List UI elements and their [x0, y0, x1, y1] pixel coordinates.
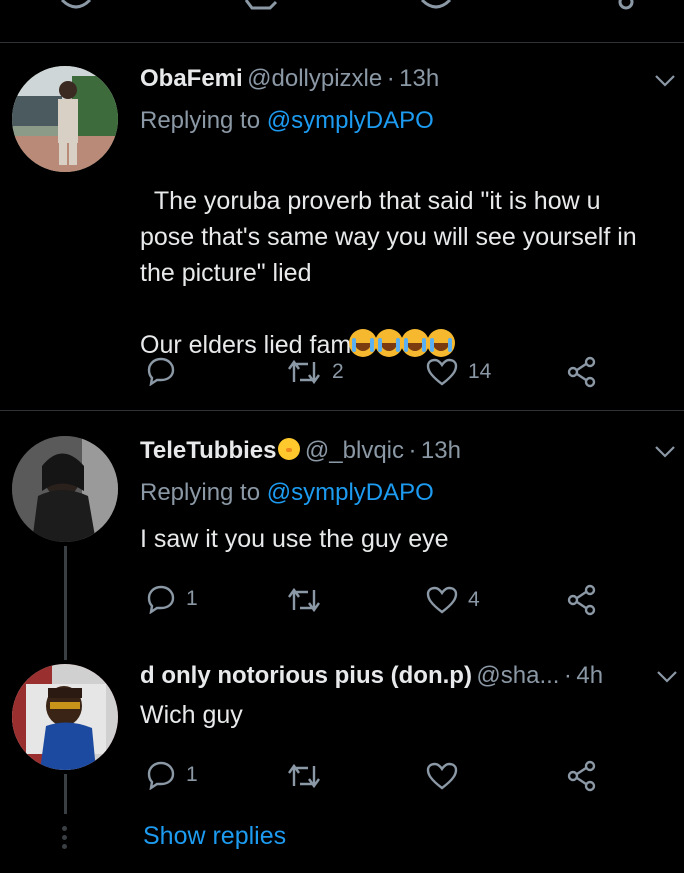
retweet-button[interactable] — [286, 586, 332, 614]
prev-tweet-actions — [0, 0, 684, 14]
separator: · — [408, 437, 417, 464]
timestamp[interactable]: 13h — [421, 437, 461, 464]
share-icon[interactable] — [566, 356, 598, 388]
replying-to: Replying to @symplyDAPO — [140, 479, 434, 507]
retweet-button[interactable]: 2 — [286, 358, 344, 386]
avatar-photo — [12, 66, 118, 172]
timestamp[interactable]: 13h — [399, 65, 439, 92]
avatar[interactable] — [12, 66, 118, 172]
replying-to-link[interactable]: @symplyDAPO — [267, 479, 434, 506]
display-name[interactable]: TeleTubbies — [140, 437, 276, 464]
display-name[interactable]: d only notorious pius (don.p) — [140, 662, 472, 689]
reply-count: 1 — [186, 763, 198, 786]
divider — [0, 410, 684, 411]
like-button[interactable]: 4 — [426, 586, 480, 614]
like-count: 14 — [468, 360, 492, 383]
display-name[interactable]: ObaFemi — [140, 65, 243, 92]
like-icon — [426, 358, 458, 386]
timestamp[interactable]: 4h — [576, 662, 603, 689]
user-handle[interactable]: @sha... — [476, 662, 559, 689]
thread-line — [64, 546, 67, 660]
crying-emoji-icon — [349, 329, 378, 357]
reply-button[interactable]: 1 — [146, 584, 198, 614]
user-handle[interactable]: @_blvqic — [305, 437, 404, 464]
retweet-icon — [288, 359, 320, 385]
avatar-photo — [12, 664, 118, 770]
retweet-count: 2 — [332, 360, 344, 383]
show-replies-link[interactable]: Show replies — [143, 822, 286, 851]
tweet-header: TeleTubbies @_blvqic · 13h — [140, 436, 461, 469]
replying-to-link[interactable]: @symplyDAPO — [267, 107, 434, 134]
avatar[interactable] — [12, 436, 118, 542]
thread-line — [64, 774, 67, 814]
separator: · — [386, 65, 395, 92]
retweet-icon — [288, 763, 320, 789]
user-handle[interactable]: @dollypizxle — [247, 65, 382, 92]
avatar-photo — [12, 436, 118, 542]
reply-button[interactable]: 1 — [146, 760, 198, 790]
reply-button[interactable] — [146, 356, 186, 386]
tweet-text: The yoruba proverb that said "it is how … — [140, 147, 684, 363]
tweet-header: ObaFemi @dollypizxle · 13h — [140, 64, 439, 97]
reply-icon — [147, 585, 175, 614]
chick-emoji-icon — [278, 438, 301, 460]
like-button[interactable] — [426, 762, 468, 790]
retweet-icon — [288, 587, 320, 613]
like-icon — [426, 586, 458, 614]
crying-emoji-icon — [375, 329, 404, 357]
share-icon[interactable] — [566, 584, 598, 616]
caret-down-icon[interactable] — [654, 74, 676, 88]
replying-to: Replying to @symplyDAPO — [140, 107, 434, 135]
replying-to-label: Replying to — [140, 107, 267, 134]
crying-emoji-icon — [427, 329, 456, 357]
like-count: 4 — [468, 588, 480, 611]
crying-emoji-icon — [401, 329, 430, 357]
like-icon — [426, 762, 458, 790]
tweet-header: d only notorious pius (don.p) @sha... · … — [140, 661, 603, 694]
caret-down-icon[interactable] — [654, 445, 676, 459]
partial-action-icons — [60, 0, 634, 10]
retweet-button[interactable] — [286, 762, 332, 790]
divider — [0, 42, 684, 43]
reply-icon — [147, 357, 175, 386]
caret-down-icon[interactable] — [656, 670, 678, 684]
reply-icon — [147, 761, 175, 790]
thread-dots-icon — [62, 826, 68, 853]
tweet-text: Wich guy — [140, 701, 243, 729]
avatar[interactable] — [12, 664, 118, 770]
replying-to-label: Replying to — [140, 479, 267, 506]
reply-count: 1 — [186, 587, 198, 610]
separator: · — [563, 662, 572, 689]
tweet-text: I saw it you use the guy eye — [140, 525, 449, 553]
like-button[interactable]: 14 — [426, 358, 491, 386]
share-icon[interactable] — [566, 760, 598, 792]
